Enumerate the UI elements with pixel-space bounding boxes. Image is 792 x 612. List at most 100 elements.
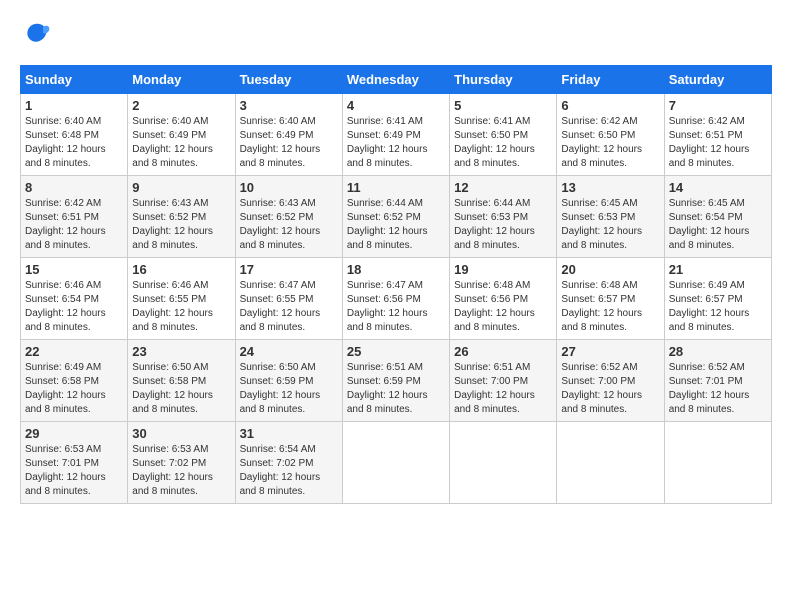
calendar-cell: 16 Sunrise: 6:46 AM Sunset: 6:55 PM Dayl… (128, 258, 235, 340)
calendar-cell: 27 Sunrise: 6:52 AM Sunset: 7:00 PM Dayl… (557, 340, 664, 422)
calendar-cell: 26 Sunrise: 6:51 AM Sunset: 7:00 PM Dayl… (450, 340, 557, 422)
day-number: 15 (25, 262, 123, 277)
calendar-cell: 8 Sunrise: 6:42 AM Sunset: 6:51 PM Dayli… (21, 176, 128, 258)
day-info: Sunrise: 6:49 AM Sunset: 6:57 PM Dayligh… (669, 279, 767, 335)
calendar-cell: 31 Sunrise: 6:54 AM Sunset: 7:02 PM Dayl… (235, 422, 342, 504)
page-header (20, 20, 772, 55)
column-header-tuesday: Tuesday (235, 66, 342, 94)
calendar-cell: 10 Sunrise: 6:43 AM Sunset: 6:52 PM Dayl… (235, 176, 342, 258)
calendar-cell: 14 Sunrise: 6:45 AM Sunset: 6:54 PM Dayl… (664, 176, 771, 258)
day-info: Sunrise: 6:43 AM Sunset: 6:52 PM Dayligh… (132, 197, 230, 253)
day-info: Sunrise: 6:50 AM Sunset: 6:59 PM Dayligh… (240, 361, 338, 417)
day-info: Sunrise: 6:42 AM Sunset: 6:51 PM Dayligh… (669, 115, 767, 171)
day-info: Sunrise: 6:48 AM Sunset: 6:57 PM Dayligh… (561, 279, 659, 335)
day-number: 18 (347, 262, 445, 277)
week-row-1: 1 Sunrise: 6:40 AM Sunset: 6:48 PM Dayli… (21, 94, 772, 176)
day-info: Sunrise: 6:46 AM Sunset: 6:55 PM Dayligh… (132, 279, 230, 335)
calendar-header-row: SundayMondayTuesdayWednesdayThursdayFrid… (21, 66, 772, 94)
calendar-cell: 19 Sunrise: 6:48 AM Sunset: 6:56 PM Dayl… (450, 258, 557, 340)
day-number: 8 (25, 180, 123, 195)
day-number: 27 (561, 344, 659, 359)
day-number: 4 (347, 98, 445, 113)
calendar-cell (450, 422, 557, 504)
calendar-cell: 28 Sunrise: 6:52 AM Sunset: 7:01 PM Dayl… (664, 340, 771, 422)
week-row-4: 22 Sunrise: 6:49 AM Sunset: 6:58 PM Dayl… (21, 340, 772, 422)
calendar-cell: 4 Sunrise: 6:41 AM Sunset: 6:49 PM Dayli… (342, 94, 449, 176)
day-info: Sunrise: 6:51 AM Sunset: 7:00 PM Dayligh… (454, 361, 552, 417)
calendar-cell: 29 Sunrise: 6:53 AM Sunset: 7:01 PM Dayl… (21, 422, 128, 504)
day-info: Sunrise: 6:44 AM Sunset: 6:53 PM Dayligh… (454, 197, 552, 253)
day-info: Sunrise: 6:46 AM Sunset: 6:54 PM Dayligh… (25, 279, 123, 335)
day-info: Sunrise: 6:42 AM Sunset: 6:50 PM Dayligh… (561, 115, 659, 171)
day-number: 1 (25, 98, 123, 113)
day-number: 9 (132, 180, 230, 195)
day-number: 6 (561, 98, 659, 113)
day-number: 10 (240, 180, 338, 195)
column-header-monday: Monday (128, 66, 235, 94)
calendar-cell: 12 Sunrise: 6:44 AM Sunset: 6:53 PM Dayl… (450, 176, 557, 258)
calendar-cell: 15 Sunrise: 6:46 AM Sunset: 6:54 PM Dayl… (21, 258, 128, 340)
day-info: Sunrise: 6:42 AM Sunset: 6:51 PM Dayligh… (25, 197, 123, 253)
day-number: 16 (132, 262, 230, 277)
calendar-cell: 21 Sunrise: 6:49 AM Sunset: 6:57 PM Dayl… (664, 258, 771, 340)
day-number: 17 (240, 262, 338, 277)
calendar-cell (664, 422, 771, 504)
calendar-cell: 9 Sunrise: 6:43 AM Sunset: 6:52 PM Dayli… (128, 176, 235, 258)
day-info: Sunrise: 6:40 AM Sunset: 6:49 PM Dayligh… (240, 115, 338, 171)
column-header-thursday: Thursday (450, 66, 557, 94)
logo-bird-icon (22, 20, 52, 50)
day-number: 31 (240, 426, 338, 441)
week-row-2: 8 Sunrise: 6:42 AM Sunset: 6:51 PM Dayli… (21, 176, 772, 258)
day-info: Sunrise: 6:52 AM Sunset: 7:01 PM Dayligh… (669, 361, 767, 417)
day-info: Sunrise: 6:40 AM Sunset: 6:48 PM Dayligh… (25, 115, 123, 171)
day-number: 30 (132, 426, 230, 441)
day-info: Sunrise: 6:52 AM Sunset: 7:00 PM Dayligh… (561, 361, 659, 417)
day-number: 29 (25, 426, 123, 441)
day-info: Sunrise: 6:50 AM Sunset: 6:58 PM Dayligh… (132, 361, 230, 417)
day-info: Sunrise: 6:43 AM Sunset: 6:52 PM Dayligh… (240, 197, 338, 253)
calendar-cell: 3 Sunrise: 6:40 AM Sunset: 6:49 PM Dayli… (235, 94, 342, 176)
day-number: 23 (132, 344, 230, 359)
column-header-saturday: Saturday (664, 66, 771, 94)
day-number: 21 (669, 262, 767, 277)
day-info: Sunrise: 6:41 AM Sunset: 6:49 PM Dayligh… (347, 115, 445, 171)
calendar-cell: 5 Sunrise: 6:41 AM Sunset: 6:50 PM Dayli… (450, 94, 557, 176)
calendar-cell (342, 422, 449, 504)
day-info: Sunrise: 6:53 AM Sunset: 7:01 PM Dayligh… (25, 443, 123, 499)
day-number: 19 (454, 262, 552, 277)
day-number: 2 (132, 98, 230, 113)
calendar-cell: 11 Sunrise: 6:44 AM Sunset: 6:52 PM Dayl… (342, 176, 449, 258)
day-info: Sunrise: 6:53 AM Sunset: 7:02 PM Dayligh… (132, 443, 230, 499)
day-info: Sunrise: 6:41 AM Sunset: 6:50 PM Dayligh… (454, 115, 552, 171)
day-number: 20 (561, 262, 659, 277)
column-header-wednesday: Wednesday (342, 66, 449, 94)
calendar-table: SundayMondayTuesdayWednesdayThursdayFrid… (20, 65, 772, 504)
calendar-cell: 6 Sunrise: 6:42 AM Sunset: 6:50 PM Dayli… (557, 94, 664, 176)
column-header-friday: Friday (557, 66, 664, 94)
day-info: Sunrise: 6:40 AM Sunset: 6:49 PM Dayligh… (132, 115, 230, 171)
calendar-cell: 18 Sunrise: 6:47 AM Sunset: 6:56 PM Dayl… (342, 258, 449, 340)
calendar-cell: 30 Sunrise: 6:53 AM Sunset: 7:02 PM Dayl… (128, 422, 235, 504)
day-info: Sunrise: 6:54 AM Sunset: 7:02 PM Dayligh… (240, 443, 338, 499)
calendar-cell: 24 Sunrise: 6:50 AM Sunset: 6:59 PM Dayl… (235, 340, 342, 422)
week-row-3: 15 Sunrise: 6:46 AM Sunset: 6:54 PM Dayl… (21, 258, 772, 340)
calendar-cell: 22 Sunrise: 6:49 AM Sunset: 6:58 PM Dayl… (21, 340, 128, 422)
day-info: Sunrise: 6:51 AM Sunset: 6:59 PM Dayligh… (347, 361, 445, 417)
day-number: 12 (454, 180, 552, 195)
calendar-cell: 23 Sunrise: 6:50 AM Sunset: 6:58 PM Dayl… (128, 340, 235, 422)
calendar-cell (557, 422, 664, 504)
day-number: 11 (347, 180, 445, 195)
day-number: 13 (561, 180, 659, 195)
day-number: 3 (240, 98, 338, 113)
day-info: Sunrise: 6:47 AM Sunset: 6:55 PM Dayligh… (240, 279, 338, 335)
day-info: Sunrise: 6:47 AM Sunset: 6:56 PM Dayligh… (347, 279, 445, 335)
calendar-cell: 7 Sunrise: 6:42 AM Sunset: 6:51 PM Dayli… (664, 94, 771, 176)
calendar-cell: 2 Sunrise: 6:40 AM Sunset: 6:49 PM Dayli… (128, 94, 235, 176)
day-number: 14 (669, 180, 767, 195)
calendar-cell: 1 Sunrise: 6:40 AM Sunset: 6:48 PM Dayli… (21, 94, 128, 176)
day-number: 26 (454, 344, 552, 359)
day-number: 22 (25, 344, 123, 359)
logo (20, 20, 52, 55)
day-info: Sunrise: 6:44 AM Sunset: 6:52 PM Dayligh… (347, 197, 445, 253)
day-number: 25 (347, 344, 445, 359)
